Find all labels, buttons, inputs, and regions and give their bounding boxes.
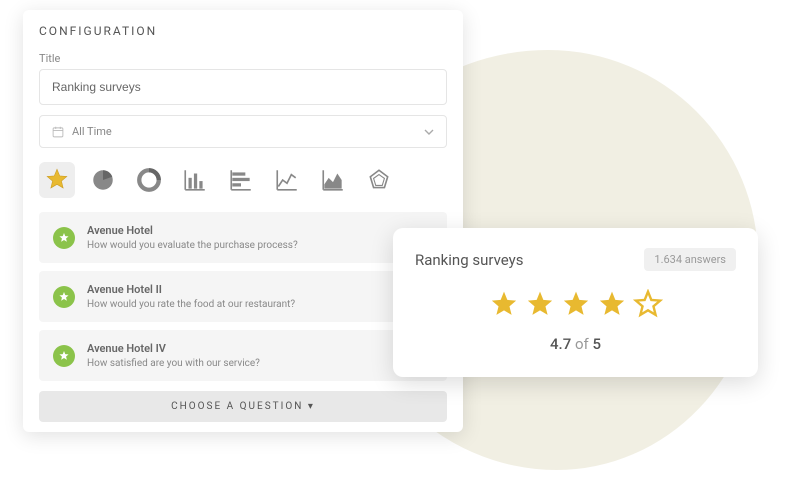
result-title: Ranking surveys	[415, 251, 523, 269]
chevron-down-icon	[424, 125, 434, 138]
chart-type-star[interactable]	[39, 162, 75, 198]
panel-header: CONFIGURATION	[23, 24, 463, 46]
star-icon	[596, 289, 628, 321]
chart-type-line[interactable]	[269, 162, 305, 198]
question-item[interactable]: Avenue Hotel II How would you rate the f…	[39, 271, 447, 322]
title-label: Title	[23, 46, 463, 69]
question-subtitle: How satisfied are you with our service?	[87, 358, 260, 369]
choose-question-button[interactable]: CHOOSE A QUESTION ▾	[39, 391, 447, 422]
date-range-select[interactable]: All Time	[39, 115, 447, 148]
answers-badge: 1.634 answers	[644, 248, 736, 271]
star-badge-icon	[53, 227, 75, 249]
chart-type-row	[23, 162, 463, 212]
question-subtitle: How would you evaluate the purchase proc…	[87, 240, 298, 251]
chart-type-pie[interactable]	[85, 162, 121, 198]
result-card: Ranking surveys 1.634 answers 4.7 of 5	[393, 228, 758, 377]
star-icon	[488, 289, 520, 321]
chart-type-donut[interactable]	[131, 162, 167, 198]
star-icon	[524, 289, 556, 321]
star-icon	[560, 289, 592, 321]
score-text: 4.7 of 5	[415, 335, 736, 353]
chart-type-bar-horizontal[interactable]	[223, 162, 259, 198]
calendar-icon	[52, 126, 64, 138]
star-badge-icon	[53, 286, 75, 308]
star-badge-icon	[53, 345, 75, 367]
question-title: Avenue Hotel	[87, 224, 298, 237]
question-item[interactable]: Avenue Hotel IV How satisfied are you wi…	[39, 330, 447, 381]
star-outline-icon	[632, 289, 664, 321]
chart-type-bar[interactable]	[177, 162, 213, 198]
question-title: Avenue Hotel IV	[87, 342, 260, 355]
title-input[interactable]	[39, 69, 447, 105]
question-item[interactable]: Avenue Hotel How would you evaluate the …	[39, 212, 447, 263]
question-subtitle: How would you rate the food at our resta…	[87, 299, 295, 310]
star-rating-display	[415, 289, 736, 321]
date-range-value: All Time	[72, 125, 112, 138]
chart-type-area[interactable]	[315, 162, 351, 198]
question-title: Avenue Hotel II	[87, 283, 295, 296]
chart-type-radar[interactable]	[361, 162, 397, 198]
